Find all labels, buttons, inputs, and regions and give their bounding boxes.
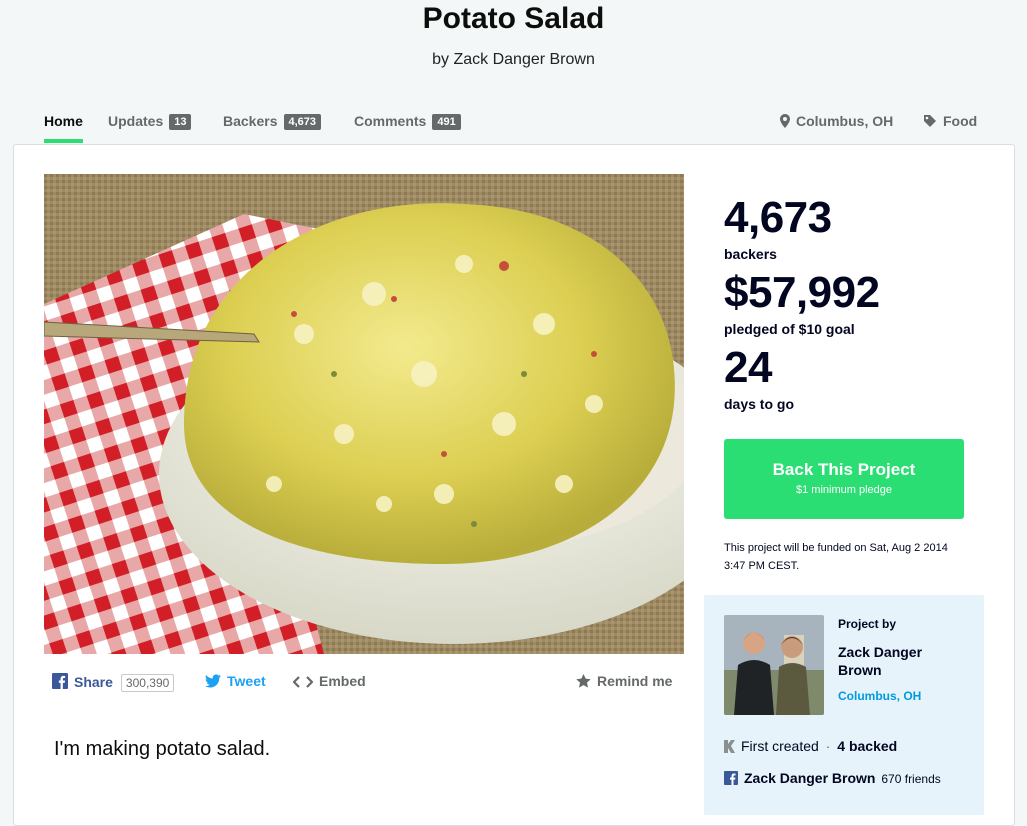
backers-label: backers [724,246,777,262]
days-remaining: 24 [724,343,772,392]
funding-deadline-note: This project will be funded on Sat, Aug … [724,542,948,572]
tag-icon [923,114,937,131]
embed-button[interactable]: Embed [292,673,366,691]
embed-code-icon [292,675,314,691]
project-blurb: I'm making potato salad. [54,738,271,760]
twitter-bird-icon [205,674,221,691]
pledged-amount: $57,992 [724,268,880,317]
project-by-heading: Project by [838,617,897,631]
embed-label: Embed [319,673,366,689]
tab-home[interactable]: Home [44,113,83,143]
category-text: Food [943,113,978,129]
facebook-icon [724,771,738,788]
history-separator: · [825,738,831,754]
tab-updates[interactable]: Updates 13 [108,113,192,130]
facebook-share-button[interactable]: Share 300,390 [52,673,175,692]
creator-facebook[interactable]: Zack Danger Brown 670 friends [724,770,941,788]
remind-me-button[interactable]: Remind me [576,673,672,691]
potato-salad-image [44,174,684,654]
first-created-text: First created [741,738,819,754]
category-link[interactable]: Food [923,113,977,131]
share-label: Share [74,674,113,690]
map-pin-icon [780,114,790,131]
backers-count-badge: 4,673 [283,114,322,130]
comments-count-badge: 491 [432,114,461,130]
share-count-bubble: 300,390 [120,674,175,692]
tab-comments-label: Comments [354,113,427,129]
minimum-pledge-note: $1 minimum pledge [796,484,892,496]
location-link[interactable]: Columbus, OH [780,113,893,131]
back-this-project-button[interactable]: Back This Project $1 minimum pledge [724,439,964,519]
tab-updates-label: Updates [108,113,164,129]
location-text: Columbus, OH [796,113,894,129]
days-label: days to go [724,396,795,412]
remind-me-label: Remind me [597,673,673,689]
project-title: Potato Salad [422,2,605,35]
tab-comments[interactable]: Comments 491 [354,113,461,130]
creator-location-link[interactable]: Columbus, OH [838,689,921,703]
creator-name-link[interactable]: Zack Danger Brown [838,643,968,679]
pledged-goal-label: pledged of $10 goal [724,321,855,337]
project-video-thumbnail[interactable] [44,174,684,654]
back-button-label: Back This Project [772,460,916,479]
tweet-label: Tweet [227,673,266,689]
backers-count: 4,673 [724,193,832,242]
tab-backers-label: Backers [223,113,278,129]
kickstarter-k-icon [724,740,735,756]
facebook-name: Zack Danger Brown [744,770,876,786]
tab-home-label: Home [44,113,83,129]
creator-avatar[interactable] [724,615,824,715]
tab-backers[interactable]: Backers 4,673 [223,113,322,130]
star-icon [576,674,591,691]
tweet-button[interactable]: Tweet [205,673,266,691]
project-byline[interactable]: by Zack Danger Brown [0,51,1027,69]
creator-history: First created · 4 backed [724,738,897,756]
updates-count-badge: 13 [169,114,192,130]
backed-count-link[interactable]: 4 backed [837,738,897,754]
creator-photo [724,615,824,715]
facebook-icon [52,673,68,692]
facebook-friends-count: 670 friends [881,772,941,786]
creator-box: Project by Zack Danger Brown Columbus, O… [704,595,984,815]
